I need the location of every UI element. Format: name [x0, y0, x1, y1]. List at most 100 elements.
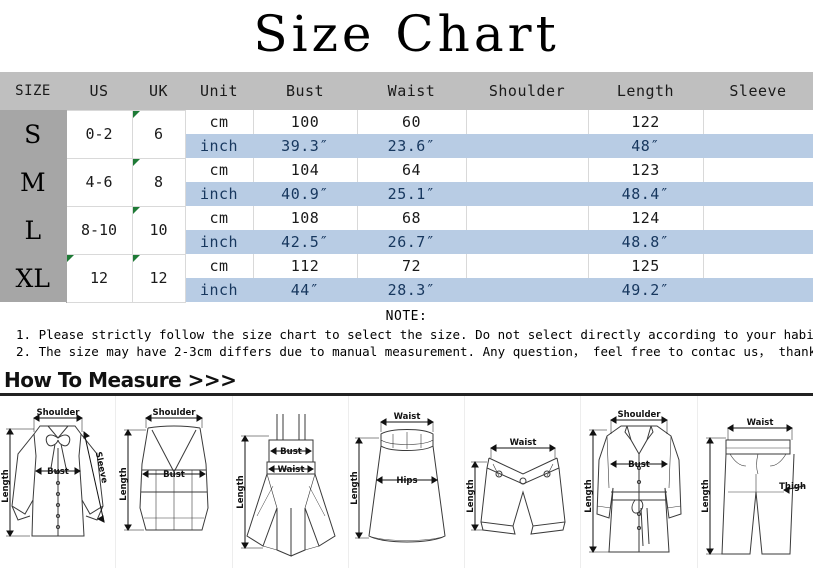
us-size: 4-6 [65, 157, 133, 207]
sleeve-cell [702, 230, 813, 254]
sleeve-cell [702, 206, 813, 230]
us-size: 8-10 [65, 205, 133, 255]
waist-cell: 28.3″ [356, 278, 467, 302]
shoulder-cell [465, 182, 589, 206]
illustration-bow-blouse: Shoulder Bust Sleeve Length [0, 395, 117, 568]
shoulder-cell [465, 110, 589, 134]
column-header-shoulder: Shoulder [466, 72, 588, 110]
unit-cell: inch [184, 182, 254, 206]
shoulder-cell [465, 278, 589, 302]
label-length: Length [236, 475, 246, 508]
note-line-2: 2. The size may have 2-3cm differs due t… [16, 343, 813, 359]
us-size-value: 4-6 [85, 173, 113, 191]
cell-marker-icon [66, 254, 74, 262]
size-label: XL [0, 254, 67, 302]
label-length: Length [701, 479, 711, 512]
label-waist: Waist [277, 465, 304, 475]
sleeve-cell [702, 158, 813, 182]
waist-cell: 23.6″ [356, 134, 467, 158]
how-to-measure-section: How To Measure >>> [0, 364, 813, 396]
us-size-value: 8-10 [80, 221, 118, 239]
label-hips: Hips [396, 476, 417, 486]
label-shoulder: Shoulder [618, 410, 662, 420]
waist-cell: 26.7″ [356, 230, 467, 254]
measurement-illustrations: Shoulder Bust Sleeve Length Shoulder Bus… [0, 395, 813, 568]
waist-cell: 64 [356, 158, 467, 182]
label-sleeve: Sleeve [93, 450, 109, 483]
illustration-shorts: Waist Length [465, 395, 582, 568]
cell-marker-icon [132, 158, 140, 166]
label-bust: Bust [47, 467, 69, 477]
note-title: NOTE: [385, 308, 428, 324]
sleeve-cell [702, 182, 813, 206]
bust-cell: 42.5″ [252, 230, 358, 254]
length-cell: 48″ [587, 134, 704, 158]
unit-cell: cm [184, 254, 254, 278]
shoulder-cell [465, 134, 589, 158]
label-bust: Bust [280, 447, 302, 457]
illustration-skirt: Waist Hips Length [349, 395, 466, 568]
illustration-camisole: Shoulder Bust Length [116, 395, 233, 568]
cell-marker-icon [132, 206, 140, 214]
label-thigh: Thigh [779, 482, 806, 492]
label-shoulder: Shoulder [36, 408, 80, 418]
column-header-sleeve: Sleeve [703, 72, 813, 110]
shoulder-cell [465, 230, 589, 254]
length-cell: 48.8″ [587, 230, 704, 254]
sleeve-cell [702, 278, 813, 302]
label-length: Length [584, 479, 594, 512]
uk-size: 8 [131, 157, 186, 207]
size-label: M [0, 158, 67, 206]
us-size: 12 [65, 253, 133, 303]
sleeve-cell [702, 134, 813, 158]
size-chart-table: SIZE US UK Unit Bust Waist Shoulder Leng… [0, 72, 813, 303]
column-header-size: SIZE [0, 72, 66, 110]
length-cell: 123 [587, 158, 704, 182]
cell-marker-icon [132, 110, 140, 118]
length-cell: 122 [587, 110, 704, 134]
bust-cell: 39.3″ [252, 134, 358, 158]
table-body: S 0-2 6 cm 100 60 122 inch 39.3″ 23.6″ 4… [0, 109, 813, 303]
size-label: S [0, 110, 67, 158]
uk-size-value: 6 [153, 125, 164, 143]
unit-cell: cm [184, 158, 254, 182]
us-size-value: 0-2 [85, 125, 113, 143]
bust-cell: 104 [252, 158, 358, 182]
table-header: SIZE US UK Unit Bust Waist Shoulder Leng… [0, 72, 813, 110]
us-size: 0-2 [65, 109, 133, 159]
length-cell: 125 [587, 254, 704, 278]
us-size-value: 12 [89, 269, 109, 287]
length-cell: 49.2″ [587, 278, 704, 302]
label-waist: Waist [510, 438, 537, 448]
unit-cell: cm [184, 110, 254, 134]
how-to-measure-title: How To Measure >>> [4, 367, 237, 392]
label-length: Length [466, 479, 476, 512]
waist-cell: 68 [356, 206, 467, 230]
uk-size: 12 [131, 253, 186, 303]
note-line-1: 1. Please strictly follow the size chart… [16, 326, 813, 342]
bust-cell: 40.9″ [252, 182, 358, 206]
label-bust: Bust [163, 470, 185, 480]
uk-size-value: 12 [149, 269, 168, 287]
table-row: M 4-6 8 cm 104 64 123 [0, 157, 813, 207]
unit-cell: inch [184, 230, 254, 254]
length-cell: 124 [587, 206, 704, 230]
uk-size-value: 8 [153, 173, 164, 191]
shoulder-cell [465, 254, 589, 278]
uk-size-value: 10 [149, 221, 168, 239]
waist-cell: 25.1″ [356, 182, 467, 206]
unit-cell: inch [184, 134, 254, 158]
illustration-long-coat: Shoulder Bust Length [581, 395, 698, 568]
bust-cell: 100 [252, 110, 358, 134]
column-header-unit: Unit [185, 72, 253, 110]
bust-cell: 44″ [252, 278, 358, 302]
waist-cell: 72 [356, 254, 467, 278]
label-shoulder: Shoulder [153, 408, 197, 418]
sleeve-cell [702, 110, 813, 134]
illustration-strap-dress: Bust Waist Length [233, 395, 349, 568]
uk-size: 6 [131, 109, 186, 159]
column-header-length: Length [588, 72, 703, 110]
label-length: Length [350, 471, 360, 504]
label-bust: Bust [629, 460, 651, 470]
note-section: NOTE: 1. Please strictly follow the size… [0, 302, 813, 364]
